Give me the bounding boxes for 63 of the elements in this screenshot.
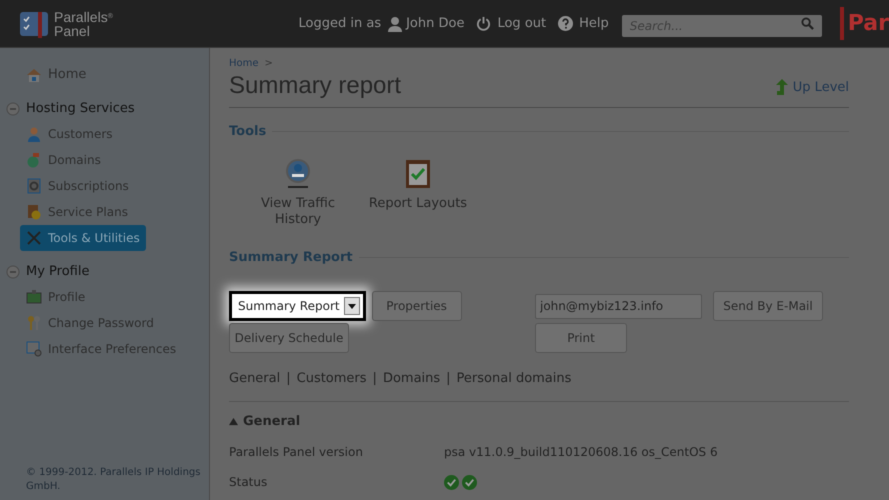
property-label: Parallels Panel version bbox=[229, 444, 364, 461]
search-icon[interactable] bbox=[800, 16, 814, 30]
up-arrow-icon bbox=[774, 79, 789, 96]
section-heading: Tools bbox=[229, 123, 266, 141]
sidebar-item[interactable]: Change Password bbox=[20, 310, 160, 336]
print-button[interactable]: Print bbox=[535, 323, 627, 353]
property-value: psa v11.0.9_build110120608.16 os_CentOS 6 bbox=[444, 444, 718, 461]
sidebar-item[interactable]: Customers bbox=[20, 121, 119, 147]
section-link[interactable]: Personal domains bbox=[456, 369, 572, 388]
section-link[interactable]: Customers bbox=[296, 369, 367, 388]
window-settings-icon bbox=[26, 341, 42, 357]
power-icon bbox=[476, 16, 492, 31]
tools-icon bbox=[26, 230, 42, 246]
person-icon bbox=[26, 126, 42, 142]
tool-button[interactable]: Report Layouts bbox=[363, 158, 473, 228]
up-level-link[interactable]: Up Level bbox=[774, 78, 849, 97]
collapse-icon[interactable] bbox=[6, 265, 20, 279]
sidebar-item[interactable]: Home bbox=[26, 62, 209, 88]
section-link[interactable]: Domains bbox=[382, 369, 440, 388]
link-separator: | bbox=[286, 370, 291, 388]
home-icon bbox=[26, 67, 42, 83]
sidebar-item[interactable]: Tools & Utilities bbox=[20, 225, 146, 251]
collapse-icon[interactable] bbox=[6, 102, 20, 116]
email-field[interactable]: john@mybiz123.info bbox=[535, 294, 702, 318]
help-link[interactable]: Help bbox=[558, 14, 609, 34]
user-name: John Doe bbox=[406, 14, 464, 33]
breadcrumb-separator: > bbox=[264, 57, 273, 71]
logo-text: Parallels$^{®}$ bbox=[54, 10, 113, 24]
properties-button[interactable]: Properties bbox=[372, 291, 462, 321]
sidebar-item[interactable]: Interface Preferences bbox=[20, 336, 182, 362]
sidebar-item[interactable]: Subscriptions bbox=[20, 173, 135, 199]
id-card-icon bbox=[26, 289, 42, 305]
gear-icon bbox=[26, 178, 42, 194]
logged-in-label: Logged in as bbox=[298, 14, 382, 33]
sidebar-group-title[interactable]: Hosting Services bbox=[26, 99, 135, 119]
logo-subtitle: Panel bbox=[54, 24, 91, 38]
layout-select[interactable]: Summary Report bbox=[229, 291, 366, 321]
logout-link[interactable]: Log out bbox=[476, 14, 546, 34]
page-title: Summary report bbox=[229, 71, 402, 101]
section-link[interactable]: General bbox=[229, 369, 280, 388]
link-separator: | bbox=[372, 370, 377, 388]
sidebar-item[interactable]: Domains bbox=[20, 147, 107, 173]
sidebar-group-title[interactable]: My Profile bbox=[26, 262, 90, 282]
group-title[interactable]: General bbox=[243, 412, 300, 431]
section-heading: Summary Report bbox=[229, 248, 353, 266]
user-icon bbox=[387, 16, 404, 32]
dropdown-icon bbox=[344, 297, 360, 315]
property-label: Status bbox=[229, 474, 268, 491]
keys-icon bbox=[26, 315, 42, 331]
tool-button[interactable]: View Traffic History bbox=[243, 158, 353, 228]
check-icon bbox=[444, 474, 459, 490]
sidebar-item[interactable]: Profile bbox=[20, 284, 92, 310]
breadcrumb-link[interactable]: Home bbox=[229, 56, 259, 71]
send-email-button[interactable]: Send By E-Mail bbox=[713, 291, 823, 321]
sidebar-item[interactable]: Service Plans bbox=[20, 199, 134, 225]
delivery-schedule-button[interactable]: Delivery Schedule bbox=[229, 323, 349, 353]
help-icon bbox=[558, 16, 574, 31]
collapse-triangle-icon[interactable] bbox=[229, 416, 238, 426]
link-separator: | bbox=[446, 370, 451, 388]
brand-logo-text: Par bbox=[840, 7, 889, 40]
copyright-text: © 1999-2012. Parallels IP Holdings GmbH. bbox=[26, 466, 201, 494]
globe-icon bbox=[26, 152, 42, 168]
check-icon bbox=[462, 474, 477, 490]
